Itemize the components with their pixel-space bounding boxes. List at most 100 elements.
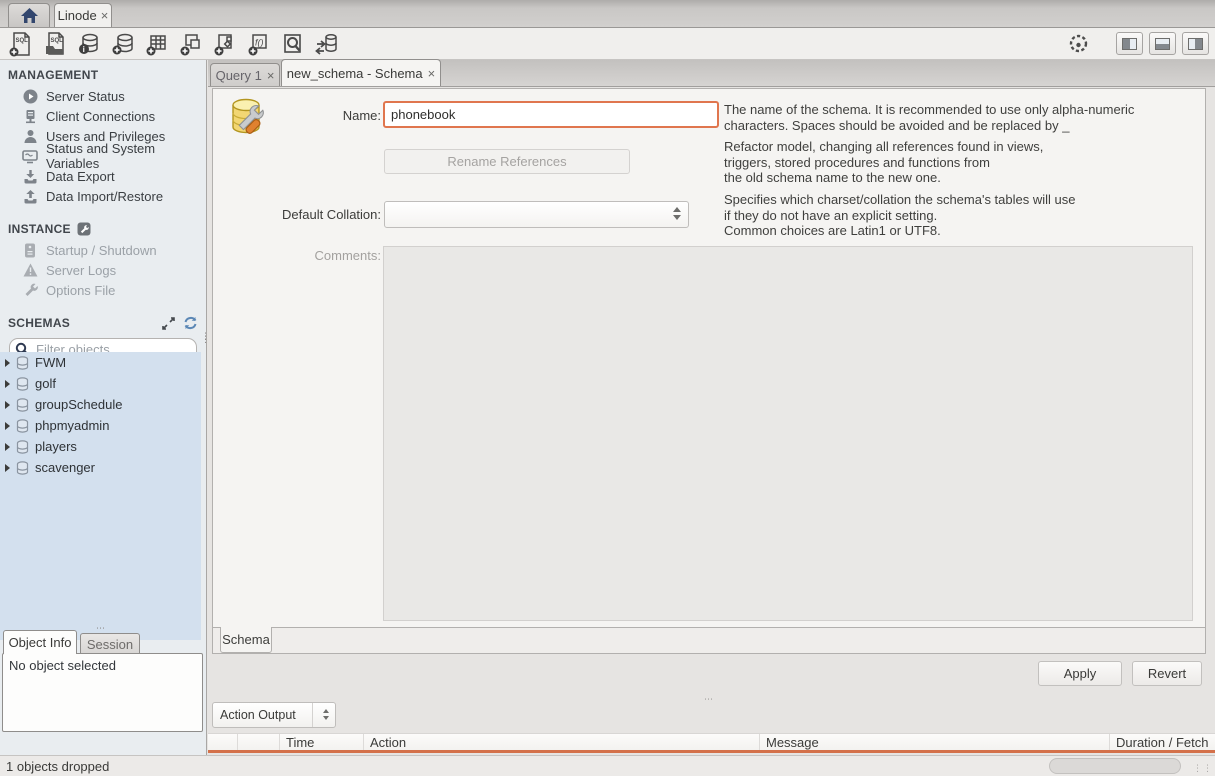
schema-icon — [16, 398, 29, 412]
action-output-select[interactable]: Action Output — [212, 702, 336, 728]
schema-row-phpmyadmin[interactable]: phpmyadmin — [0, 415, 201, 436]
user-icon — [22, 128, 38, 144]
sidebar: MANAGEMENT Server Status Client Connecti… — [0, 60, 207, 755]
sidebar-item-label: Client Connections — [46, 109, 155, 124]
rename-references-button: Rename References — [384, 149, 630, 174]
apply-button[interactable]: Apply — [1038, 661, 1122, 686]
name-help-text: The name of the schema. It is recommende… — [724, 102, 1202, 133]
schema-name: FWM — [35, 355, 66, 370]
schema-name: golf — [35, 376, 56, 391]
object-panel-tabs: ⋯ Object Info Session — [0, 630, 207, 654]
create-schema-icon[interactable] — [108, 30, 138, 58]
tab-query-1[interactable]: Query 1 × — [210, 63, 280, 86]
sidebar-item-label: Status and System Variables — [46, 141, 206, 171]
expand-arrow-icon[interactable] — [5, 401, 10, 409]
search-icon[interactable] — [278, 30, 308, 58]
rename-help-text: Refactor model, changing all references … — [724, 139, 1202, 186]
create-table-icon[interactable] — [142, 30, 172, 58]
schema-editor-form: Name: The name of the schema. It is reco… — [212, 88, 1206, 654]
column-header-duration[interactable]: Duration / Fetch — [1110, 734, 1215, 750]
tab-schema[interactable]: Schema — [220, 627, 272, 653]
resize-grip-icon[interactable]: ⋮⋮ — [1193, 763, 1213, 774]
sidebar-item-label: Server Logs — [46, 263, 116, 278]
revert-button[interactable]: Revert — [1132, 661, 1202, 686]
comments-textarea — [383, 246, 1193, 621]
column-header[interactable] — [238, 734, 280, 750]
expand-arrow-icon[interactable] — [5, 443, 10, 451]
schema-row-players[interactable]: players — [0, 436, 201, 457]
horizontal-scrollbar-thumb[interactable] — [1049, 758, 1181, 774]
schema-row-scavenger[interactable]: scavenger — [0, 457, 201, 478]
create-view-icon[interactable] — [176, 30, 206, 58]
column-header[interactable] — [208, 734, 238, 750]
column-header-time[interactable]: Time — [280, 734, 364, 750]
schema-icon — [16, 461, 29, 475]
home-tab[interactable] — [8, 3, 50, 27]
warning-triangle-icon — [22, 262, 38, 278]
schema-name: players — [35, 439, 77, 454]
svg-text:i: i — [83, 45, 85, 54]
output-splitter[interactable]: ⋯ — [704, 694, 714, 705]
create-procedure-icon[interactable] — [210, 30, 240, 58]
management-section-header: MANAGEMENT — [0, 60, 206, 86]
sidebar-item-client-connections[interactable]: Client Connections — [0, 106, 206, 126]
schema-name: phpmyadmin — [35, 418, 109, 433]
expand-arrow-icon[interactable] — [5, 380, 10, 388]
close-icon[interactable]: × — [267, 69, 275, 82]
column-header-message[interactable]: Message — [760, 734, 1110, 750]
schema-row-fwm[interactable]: FWM — [0, 352, 201, 373]
output-grid-header: Time Action Message Duration / Fetch — [208, 733, 1215, 753]
main-toolbar: SQL SQL i — [0, 28, 1215, 60]
new-sql-tab-icon[interactable]: SQL — [6, 30, 36, 58]
expand-arrow-icon[interactable] — [5, 464, 10, 472]
editor-tab-bar: Query 1 × new_schema - Schema × — [208, 60, 1215, 87]
sidebar-item-server-logs: Server Logs — [0, 260, 206, 280]
reconnect-dbms-icon[interactable] — [312, 30, 342, 58]
sidebar-item-label: Server Status — [46, 89, 125, 104]
connection-tab[interactable]: Linode × — [54, 3, 112, 27]
toggle-bottom-panel-icon[interactable] — [1149, 32, 1176, 55]
column-header-action[interactable]: Action — [364, 734, 760, 750]
form-bottom-tabstrip: Schema — [213, 627, 1205, 653]
comments-label: Comments: — [241, 248, 381, 263]
sidebar-item-label: Startup / Shutdown — [46, 243, 157, 258]
sidebar-item-label: Data Export — [46, 169, 115, 184]
toolbar-right-group — [1069, 32, 1209, 55]
schema-inspector-icon[interactable]: i — [74, 30, 104, 58]
schema-row-groupschedule[interactable]: groupSchedule — [0, 394, 201, 415]
expand-arrow-icon[interactable] — [5, 422, 10, 430]
tab-new-schema[interactable]: new_schema - Schema × — [281, 59, 441, 86]
svg-text:SQL: SQL — [51, 38, 64, 44]
instance-section-header: INSTANCE — [0, 214, 206, 240]
schema-name-input[interactable] — [383, 101, 719, 128]
connection-tab-label: Linode — [58, 8, 97, 23]
default-collation-select[interactable] — [384, 201, 689, 228]
sidebar-item-label: Data Import/Restore — [46, 189, 163, 204]
wrench-icon — [22, 282, 38, 298]
editor-area: Query 1 × new_schema - Schema × Name: Th… — [208, 60, 1215, 755]
create-function-icon[interactable]: f() — [244, 30, 274, 58]
close-icon[interactable]: × — [101, 9, 109, 22]
toggle-left-panel-icon[interactable] — [1116, 32, 1143, 55]
sidebar-item-server-status[interactable]: Server Status — [0, 86, 206, 106]
tab-object-info[interactable]: Object Info — [3, 630, 77, 654]
sidebar-item-status-system-variables[interactable]: Status and System Variables — [0, 146, 206, 166]
schema-row-golf[interactable]: golf — [0, 373, 201, 394]
collation-label: Default Collation: — [241, 207, 381, 222]
object-info-message: No object selected — [9, 658, 116, 673]
expand-arrow-icon[interactable] — [5, 359, 10, 367]
tab-session[interactable]: Session — [80, 633, 140, 654]
open-sql-script-icon[interactable]: SQL — [40, 30, 70, 58]
close-icon[interactable]: × — [428, 67, 436, 80]
schema-icon — [16, 440, 29, 454]
name-label: Name: — [261, 108, 381, 123]
activity-indicator-icon — [1069, 34, 1088, 53]
expand-panel-icon[interactable] — [162, 317, 175, 330]
sidebar-item-data-import[interactable]: Data Import/Restore — [0, 186, 206, 206]
refresh-icon[interactable] — [183, 316, 198, 330]
object-info-panel: No object selected — [2, 653, 203, 732]
spinner-arrows-icon — [323, 709, 329, 720]
sidebar-item-options-file: Options File — [0, 280, 206, 300]
toggle-right-panel-icon[interactable] — [1182, 32, 1209, 55]
wrench-badge-icon — [77, 222, 91, 236]
